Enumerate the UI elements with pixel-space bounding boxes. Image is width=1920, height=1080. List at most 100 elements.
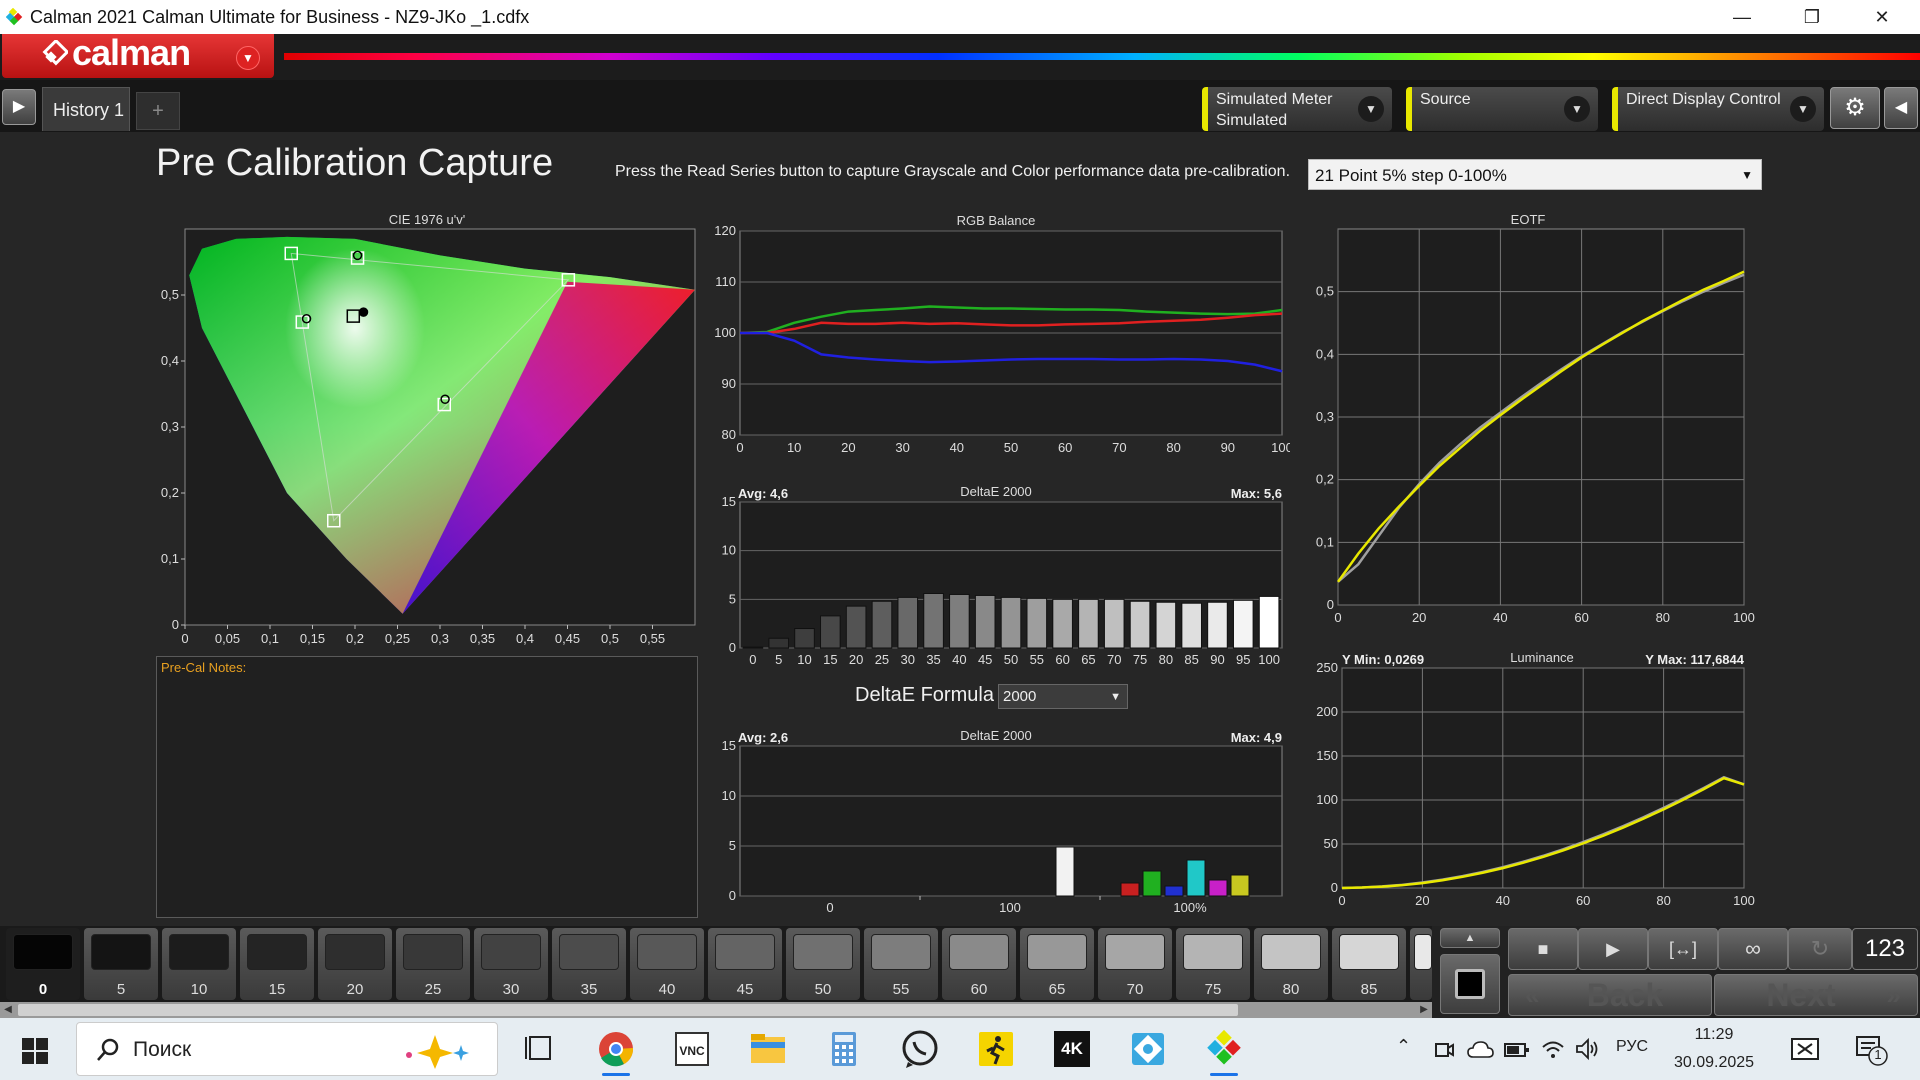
chevron-down-icon[interactable]: ▼: [1564, 96, 1590, 122]
battery-icon[interactable]: [1504, 1040, 1530, 1060]
swatch-70[interactable]: 70: [1098, 928, 1172, 1000]
calman-logo-menu[interactable]: calman ▼: [2, 32, 274, 78]
language-indicator[interactable]: РУС: [1616, 1038, 1648, 1056]
rgb-x-tick-label: 90: [1221, 440, 1235, 455]
swatch-5[interactable]: 5: [84, 928, 158, 1000]
back-button[interactable]: « Back: [1508, 974, 1712, 1016]
de2-max: Max: 4,9: [1231, 730, 1282, 745]
close-button[interactable]: ✕: [1852, 0, 1912, 34]
play-button[interactable]: ▶: [1578, 928, 1648, 970]
onedrive-cloud-icon[interactable]: [1466, 1038, 1494, 1062]
source-selector[interactable]: Source ▼: [1406, 87, 1598, 131]
clock-date[interactable]: 30.09.2025: [1666, 1054, 1762, 1072]
taskbar-app-blue[interactable]: [1120, 1024, 1176, 1074]
windows-start-icon[interactable]: [22, 1038, 48, 1064]
scrollbar-thumb[interactable]: [18, 1004, 1238, 1016]
de2-title: DeltaE 2000: [960, 728, 1032, 743]
taskbar-whatsapp[interactable]: [892, 1024, 948, 1074]
deltae-formula-select[interactable]: 2000 ▼: [998, 684, 1128, 709]
swatch-30[interactable]: 30: [474, 928, 548, 1000]
chevron-down-icon[interactable]: ▼: [1358, 96, 1384, 122]
read-series-button[interactable]: [1440, 954, 1500, 1014]
page-instructions: Press the Read Series button to capture …: [615, 163, 1291, 180]
expand-left-button[interactable]: ▶: [2, 89, 36, 125]
chevron-down-icon[interactable]: ▼: [1790, 96, 1816, 122]
luminance-chart: 0 50 100 150 200 250 0 20 40 60 80 100 Luminance Y …: [1316, 650, 1755, 908]
de1-y-tick-label: 0: [729, 640, 736, 655]
eotf-y-tick-label: 0: [1327, 597, 1334, 612]
calculator-icon: [832, 1032, 856, 1066]
collapse-right-button[interactable]: ◀: [1884, 87, 1918, 129]
rgb-x-tick-label: 10: [787, 440, 801, 455]
swatch-50[interactable]: 50: [786, 928, 860, 1000]
swatch-80[interactable]: 80: [1254, 928, 1328, 1000]
taskbar-search[interactable]: Поиск: [76, 1022, 498, 1076]
de1-x-tick-label: 60: [1055, 652, 1069, 667]
swatch-55[interactable]: 55: [864, 928, 938, 1000]
swatch-chip: [1183, 934, 1243, 970]
swatch-60[interactable]: 60: [942, 928, 1016, 1000]
taskbar-4k-vertex[interactable]: 4K: [1044, 1024, 1100, 1074]
settings-button[interactable]: ⚙: [1830, 87, 1880, 129]
swatch-partial[interactable]: [1410, 928, 1432, 1000]
taskbar-explorer[interactable]: [740, 1024, 796, 1074]
task-view-button[interactable]: [512, 1024, 568, 1074]
de1-title: DeltaE 2000: [960, 484, 1032, 499]
swatch-label: 25: [424, 981, 442, 998]
remote-desktop-icon[interactable]: [1790, 1036, 1820, 1062]
chevron-down-icon[interactable]: ▼: [236, 46, 260, 70]
swatch-65[interactable]: 65: [1020, 928, 1094, 1000]
meet-icon[interactable]: [1432, 1038, 1456, 1062]
refresh-button[interactable]: ↻: [1788, 928, 1852, 970]
add-tab-button[interactable]: +: [136, 92, 180, 130]
swatch-25[interactable]: 25: [396, 928, 470, 1000]
swatch-20[interactable]: 20: [318, 928, 392, 1000]
clock-time[interactable]: 11:29: [1666, 1026, 1762, 1044]
swatch-75[interactable]: 75: [1176, 928, 1250, 1000]
next-button[interactable]: Next »: [1714, 974, 1918, 1016]
restore-button[interactable]: ❐: [1782, 0, 1842, 34]
swatch-0[interactable]: 0: [6, 928, 80, 1000]
swatch-chip: [91, 934, 151, 970]
cie-x-tick-label: 0,45: [555, 631, 580, 646]
wifi-icon[interactable]: [1540, 1036, 1566, 1062]
swatch-10[interactable]: 10: [162, 928, 236, 1000]
cie-y-tick-label: 0,1: [161, 551, 179, 566]
tray-chevron-up-icon[interactable]: ⌃: [1396, 1036, 1416, 1060]
window-titlebar: Calman 2021 Calman Ultimate for Business…: [0, 0, 1920, 34]
minimize-button[interactable]: —: [1712, 0, 1772, 34]
rgb-x-tick-label: 100: [1271, 440, 1290, 455]
measure-range-button[interactable]: [↔]: [1648, 928, 1718, 970]
meter-selector[interactable]: Simulated Meter Simulated ▼: [1202, 87, 1392, 131]
display-selector[interactable]: Direct Display Control ▼: [1612, 87, 1824, 131]
swatch-85[interactable]: 85: [1332, 928, 1406, 1000]
swatch-up-button[interactable]: ▲: [1440, 928, 1500, 948]
de1-bar-100: [1258, 595, 1280, 649]
taskbar-chrome[interactable]: [588, 1024, 644, 1076]
tab-history-1[interactable]: History 1: [42, 87, 130, 131]
de2-bar-green: [1142, 870, 1162, 897]
swatch-scrollbar[interactable]: ◀ ▶: [0, 1002, 1432, 1018]
scroll-left-icon[interactable]: ◀: [0, 1002, 16, 1018]
swatch-label: 15: [268, 981, 286, 998]
swatch-35[interactable]: 35: [552, 928, 626, 1000]
calman-logo-icon: [42, 40, 68, 66]
stop-button[interactable]: ■: [1508, 928, 1578, 970]
taskbar-calculator[interactable]: [816, 1024, 872, 1074]
pre-cal-notes[interactable]: Pre-Cal Notes:: [156, 656, 698, 918]
continuous-button[interactable]: ∞: [1718, 928, 1788, 970]
swatch-15[interactable]: 15: [240, 928, 314, 1000]
taskbar-calman[interactable]: [1196, 1024, 1252, 1076]
series-select[interactable]: 21 Point 5% step 0-100% ▼: [1308, 159, 1762, 190]
de1-y-tick-label: 5: [729, 591, 736, 606]
swatch-45[interactable]: 45: [708, 928, 782, 1000]
taskbar-runner-app[interactable]: [968, 1024, 1024, 1074]
swatch-40[interactable]: 40: [630, 928, 704, 1000]
lum-y-tick-label: 250: [1316, 660, 1338, 675]
volume-icon[interactable]: [1574, 1036, 1600, 1062]
de1-x-tick-label: 35: [926, 652, 940, 667]
taskbar-vnc[interactable]: VNC: [664, 1024, 720, 1074]
notes-label: Pre-Cal Notes:: [161, 660, 247, 675]
swatch-label: 55: [892, 981, 910, 998]
scroll-right-icon[interactable]: ▶: [1416, 1002, 1432, 1018]
